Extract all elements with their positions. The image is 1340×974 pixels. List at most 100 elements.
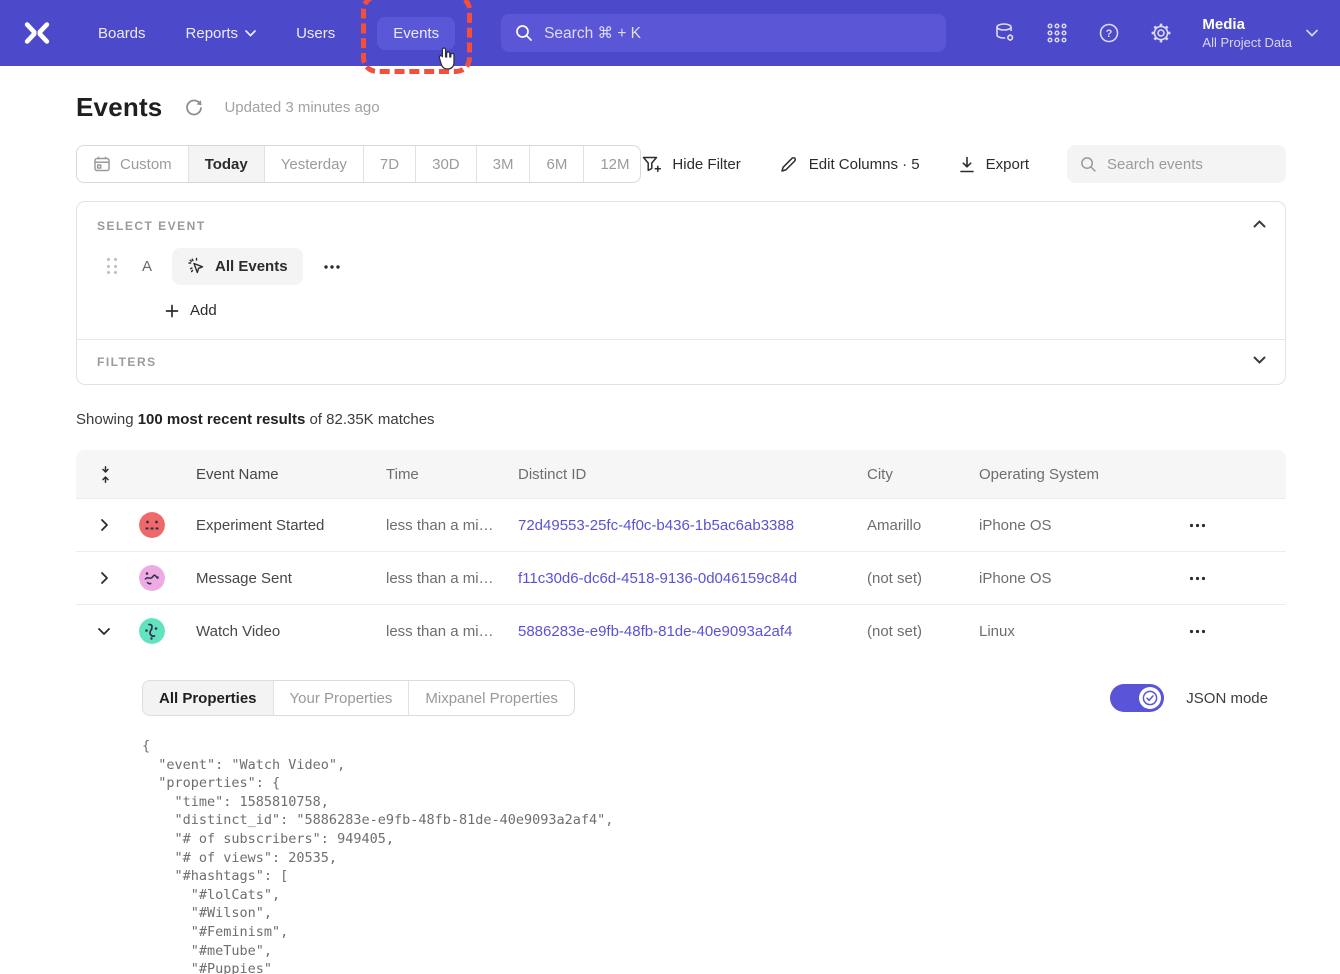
pencil-icon	[779, 154, 799, 174]
svg-text:?: ?	[1106, 28, 1113, 40]
row-menu-icon[interactable]	[1161, 576, 1286, 581]
drag-handle[interactable]	[107, 252, 118, 281]
navbar-right: ? Media All Project Data	[986, 14, 1318, 52]
expand-row-icon[interactable]	[76, 571, 132, 585]
event-name: Experiment Started	[172, 517, 386, 534]
json-mode-control: JSON mode	[1110, 684, 1268, 712]
main-content: Events Updated 3 minutes ago Custom Toda…	[76, 92, 1286, 974]
filters-label: FILTERS	[97, 355, 1265, 369]
tab-all-properties[interactable]: All Properties	[143, 681, 273, 715]
detail-toolbar: All Properties Your Properties Mixpanel …	[142, 680, 1268, 716]
date-7d[interactable]: 7D	[363, 146, 415, 182]
calendar-icon	[93, 155, 111, 173]
date-12m[interactable]: 12M	[583, 146, 641, 182]
tab-your-properties[interactable]: Your Properties	[273, 681, 409, 715]
date-custom-label: Custom	[120, 156, 172, 173]
nav-reports[interactable]: Reports	[170, 17, 273, 50]
results-summary: Showing 100 most recent results of 82.35…	[76, 411, 1286, 428]
hide-filter-button[interactable]: Hide Filter	[641, 155, 740, 174]
column-header-event-name[interactable]: Event Name	[172, 466, 386, 483]
event-city: (not set)	[867, 570, 979, 587]
add-event-button[interactable]: Add	[165, 302, 235, 319]
event-os: iPhone OS	[979, 517, 1161, 534]
search-events-input[interactable]: Search events	[1067, 145, 1286, 183]
summary-suffix: of 82.35K matches	[305, 411, 434, 428]
expand-filters-icon[interactable]	[1248, 351, 1271, 369]
column-header-distinct-id[interactable]: Distinct ID	[518, 466, 867, 483]
query-builder-card: SELECT EVENT A All Events	[76, 201, 1286, 385]
json-mode-toggle[interactable]	[1110, 684, 1164, 712]
tab-mixpanel-properties[interactable]: Mixpanel Properties	[408, 681, 574, 715]
event-os: iPhone OS	[979, 570, 1161, 587]
settings-gear-icon[interactable]	[1142, 14, 1180, 52]
json-mode-label: JSON mode	[1186, 690, 1268, 707]
page-header: Events Updated 3 minutes ago	[76, 92, 1286, 123]
date-30d[interactable]: 30D	[415, 146, 476, 182]
column-header-time[interactable]: Time	[386, 466, 518, 483]
date-3m[interactable]: 3M	[476, 146, 530, 182]
global-search-input[interactable]: Search ⌘ + K	[501, 14, 946, 52]
event-os: Linux	[979, 623, 1161, 640]
refresh-icon[interactable]	[184, 98, 204, 118]
export-button[interactable]: Export	[958, 155, 1029, 174]
column-header-os[interactable]: Operating System	[979, 466, 1161, 483]
selected-event-label: All Events	[215, 258, 288, 275]
select-event-section: SELECT EVENT A All Events	[77, 202, 1285, 339]
edit-columns-button[interactable]: Edit Columns · 5	[779, 154, 920, 174]
edit-columns-label: Edit Columns · 5	[809, 156, 920, 173]
table-row[interactable]: Experiment Started less than a min... 72…	[76, 498, 1286, 551]
search-icon	[515, 24, 533, 42]
funnel-plus-icon	[641, 155, 662, 174]
expand-row-icon[interactable]	[76, 518, 132, 532]
nav-boards[interactable]: Boards	[82, 17, 162, 50]
collapse-row-icon[interactable]	[76, 627, 132, 636]
row-menu-icon[interactable]	[1161, 629, 1286, 634]
table-row[interactable]: Message Sent less than a min... f11c30d6…	[76, 551, 1286, 604]
nav-reports-label: Reports	[186, 25, 239, 42]
plus-icon	[165, 304, 179, 318]
distinct-id-link[interactable]: f11c30d6-dc6d-4518-9136-0d046159c84d	[518, 570, 867, 587]
row-menu-icon[interactable]	[1161, 523, 1286, 528]
top-navbar: Boards Reports Users Events Search ⌘ + K	[0, 0, 1340, 66]
project-info: Media All Project Data	[1202, 16, 1292, 50]
date-today[interactable]: Today	[188, 146, 264, 182]
global-search-placeholder: Search ⌘ + K	[544, 24, 641, 43]
table-row-expanded[interactable]: Watch Video less than a min... 5886283e-…	[76, 604, 1286, 657]
download-icon	[958, 155, 976, 174]
mixpanel-logo-icon[interactable]	[20, 16, 54, 50]
nav-events[interactable]: Events	[377, 17, 455, 50]
event-more-options-icon[interactable]	[319, 260, 345, 274]
event-time: less than a min...	[386, 623, 518, 640]
search-events-placeholder: Search events	[1107, 156, 1203, 173]
primary-nav: Boards Reports Users Events	[82, 17, 455, 50]
apps-grid-icon[interactable]	[1038, 14, 1076, 52]
column-header-city[interactable]: City	[867, 466, 979, 483]
event-avatar	[132, 565, 172, 591]
nav-users[interactable]: Users	[280, 17, 351, 50]
event-time: less than a min...	[386, 570, 518, 587]
project-switcher[interactable]: Media All Project Data	[1202, 16, 1318, 50]
collapse-section-icon[interactable]	[1248, 215, 1271, 233]
date-custom[interactable]: Custom	[77, 146, 188, 182]
event-selector-button[interactable]: All Events	[172, 248, 303, 285]
date-range-control: Custom Today Yesterday 7D 30D 3M 6M 12M	[76, 145, 641, 183]
event-name: Message Sent	[172, 570, 386, 587]
date-yesterday[interactable]: Yesterday	[264, 146, 363, 182]
properties-tabs: All Properties Your Properties Mixpanel …	[142, 680, 575, 716]
event-json-viewer[interactable]: { "event": "Watch Video", "properties": …	[142, 737, 1268, 974]
nav-events-wrap: Events	[377, 17, 455, 50]
toggle-knob	[1139, 687, 1161, 709]
chevron-down-icon	[245, 30, 256, 37]
updated-timestamp: Updated 3 minutes ago	[224, 99, 379, 116]
distinct-id-link[interactable]: 5886283e-e9fb-48fb-81de-40e9093a2af4	[518, 623, 867, 640]
events-table: Event Name Time Distinct ID City Operati…	[76, 450, 1286, 974]
event-name: Watch Video	[172, 623, 386, 640]
date-6m[interactable]: 6M	[529, 146, 583, 182]
export-label: Export	[986, 156, 1029, 173]
collapse-all-rows-icon[interactable]	[76, 466, 132, 483]
help-icon[interactable]: ?	[1090, 14, 1128, 52]
distinct-id-link[interactable]: 72d49553-25fc-4f0c-b436-1b5ac6ab3388	[518, 517, 867, 534]
filters-section[interactable]: FILTERS	[77, 340, 1285, 384]
data-management-icon[interactable]	[986, 14, 1024, 52]
table-header-row: Event Name Time Distinct ID City Operati…	[76, 450, 1286, 498]
